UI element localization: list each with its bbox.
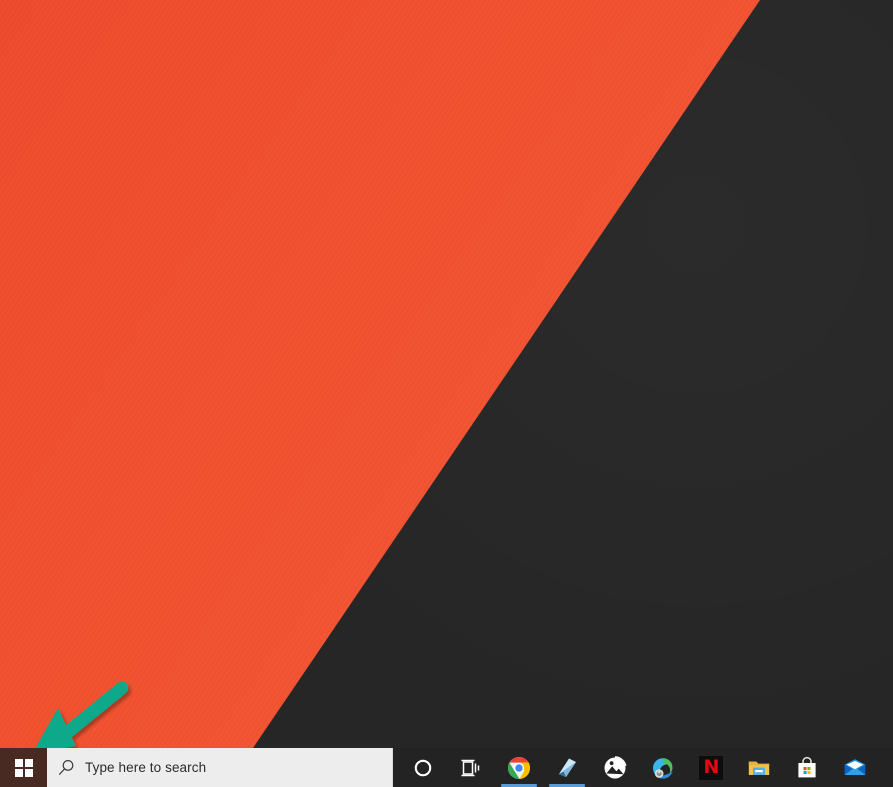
search-placeholder-text: Type here to search <box>85 760 207 775</box>
windows-logo-tile <box>24 758 33 767</box>
taskbar: Type here to search N <box>0 748 893 787</box>
taskbar-item-photos[interactable] <box>591 748 639 787</box>
taskbar-item-microsoft-edge[interactable] <box>639 748 687 787</box>
edge-icon <box>652 757 673 779</box>
desktop-wallpaper[interactable] <box>0 0 893 748</box>
netflix-logo-letter: N <box>703 756 720 778</box>
windows-logo-tile <box>14 768 23 777</box>
taskbar-item-microsoft-store[interactable] <box>783 748 831 787</box>
start-button[interactable] <box>0 748 47 787</box>
cortana-circle-icon <box>414 759 432 776</box>
file-explorer-icon <box>748 761 770 775</box>
windows-logo-tile <box>24 768 33 777</box>
netflix-icon: N <box>699 755 723 780</box>
taskbar-item-google-chrome[interactable] <box>495 748 543 787</box>
taskbar-item-mail[interactable] <box>831 748 879 787</box>
windows-logo-tile <box>14 758 23 767</box>
sticky-notes-icon <box>559 758 576 777</box>
photos-icon <box>604 755 627 778</box>
taskbar-item-task-view[interactable] <box>447 748 495 787</box>
mail-icon <box>844 758 866 775</box>
search-input[interactable]: Type here to search <box>47 748 393 787</box>
taskbar-icon-strip: N <box>393 748 893 787</box>
taskbar-item-sticky-notes[interactable] <box>543 748 591 787</box>
task-view-icon <box>461 759 480 776</box>
windows-logo-icon <box>14 758 33 777</box>
chrome-icon <box>508 756 530 779</box>
taskbar-item-cortana[interactable] <box>399 748 447 787</box>
microsoft-store-icon <box>798 756 816 777</box>
search-icon <box>47 759 85 776</box>
taskbar-item-netflix[interactable]: N <box>687 748 735 787</box>
taskbar-item-file-explorer[interactable] <box>735 748 783 787</box>
screen: Type here to search N <box>0 0 893 787</box>
